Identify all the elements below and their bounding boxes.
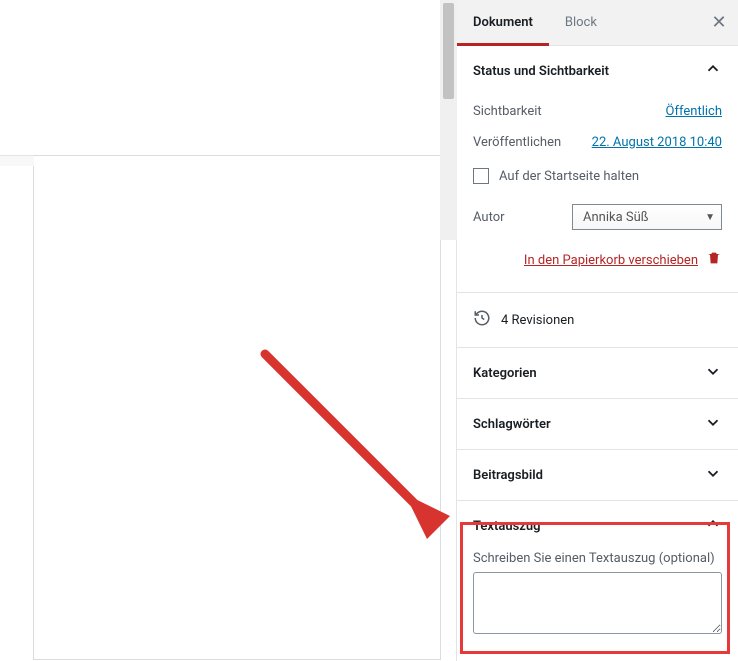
author-select[interactable]: Annika Süß ▼ [572, 204, 722, 230]
panel-categories-header[interactable]: Kategorien [457, 348, 738, 398]
panel-status-title: Status und Sichtbarkeit [473, 64, 609, 79]
scrollbar[interactable] [440, 0, 457, 240]
history-icon [473, 309, 491, 331]
trash-row: In den Papierkorb verschieben [473, 236, 722, 276]
panel-excerpt-header[interactable]: Textauszug [457, 501, 738, 551]
trash-link[interactable]: In den Papierkorb verschieben [524, 253, 698, 268]
panel-tags-title: Schlagwörter [473, 417, 551, 432]
panel-featured-image: Beitragsbild [457, 450, 738, 501]
panel-excerpt-title: Textauszug [473, 519, 540, 534]
stick-checkbox[interactable] [473, 168, 489, 184]
panel-status-header[interactable]: Status und Sichtbarkeit [457, 46, 738, 96]
chevron-up-icon [704, 60, 722, 82]
author-label: Autor [473, 210, 505, 225]
chevron-down-icon [704, 464, 722, 486]
visibility-label: Sichtbarkeit [473, 104, 542, 119]
panel-status-body: Sichtbarkeit Öffentlich Veröffentlichen … [457, 96, 738, 292]
panel-featured-header[interactable]: Beitragsbild [457, 450, 738, 500]
dropdown-triangle-icon: ▼ [705, 212, 715, 223]
publish-date-link[interactable]: 22. August 2018 10:40 [592, 135, 722, 150]
panel-excerpt: Textauszug Schreiben Sie einen Textauszu… [457, 501, 738, 654]
revisions-row[interactable]: 4 Revisionen [457, 293, 738, 348]
author-row: Autor Annika Süß ▼ [473, 194, 722, 236]
revisions-text: 4 Revisionen [501, 313, 574, 328]
stick-row: Auf der Startseite halten [473, 158, 722, 194]
chevron-up-icon [704, 515, 722, 537]
tab-document[interactable]: Dokument [457, 0, 549, 46]
panel-tags: Schlagwörter [457, 399, 738, 450]
tab-block[interactable]: Block [549, 0, 613, 46]
visibility-link[interactable]: Öffentlich [666, 104, 722, 119]
excerpt-field-label: Schreiben Sie einen Textauszug (optional… [473, 551, 722, 566]
close-sidebar-button[interactable]: ✕ [700, 12, 738, 33]
panel-categories-title: Kategorien [473, 366, 537, 381]
panel-excerpt-body: Schreiben Sie einen Textauszug (optional… [457, 551, 738, 654]
excerpt-textarea[interactable] [473, 572, 722, 634]
settings-sidebar: Dokument Block ✕ Status und Sichtbarkeit… [456, 0, 738, 661]
scroll-thumb[interactable] [443, 3, 454, 99]
trash-icon[interactable] [706, 250, 722, 270]
chevron-down-icon [704, 413, 722, 435]
content-sheet[interactable] [33, 155, 441, 660]
panel-featured-title: Beitragsbild [473, 468, 543, 483]
visibility-row: Sichtbarkeit Öffentlich [473, 96, 722, 127]
editor-canvas [0, 0, 455, 661]
publish-row: Veröffentlichen 22. August 2018 10:40 [473, 127, 722, 158]
stick-label: Auf der Startseite halten [499, 169, 639, 184]
author-value: Annika Süß [583, 210, 649, 225]
panel-status-visibility: Status und Sichtbarkeit Sichtbarkeit Öff… [457, 46, 738, 293]
panel-tags-header[interactable]: Schlagwörter [457, 399, 738, 449]
publish-label: Veröffentlichen [473, 135, 561, 150]
chevron-down-icon [704, 362, 722, 384]
sidebar-tabs: Dokument Block ✕ [457, 0, 738, 46]
panel-categories: Kategorien [457, 348, 738, 399]
